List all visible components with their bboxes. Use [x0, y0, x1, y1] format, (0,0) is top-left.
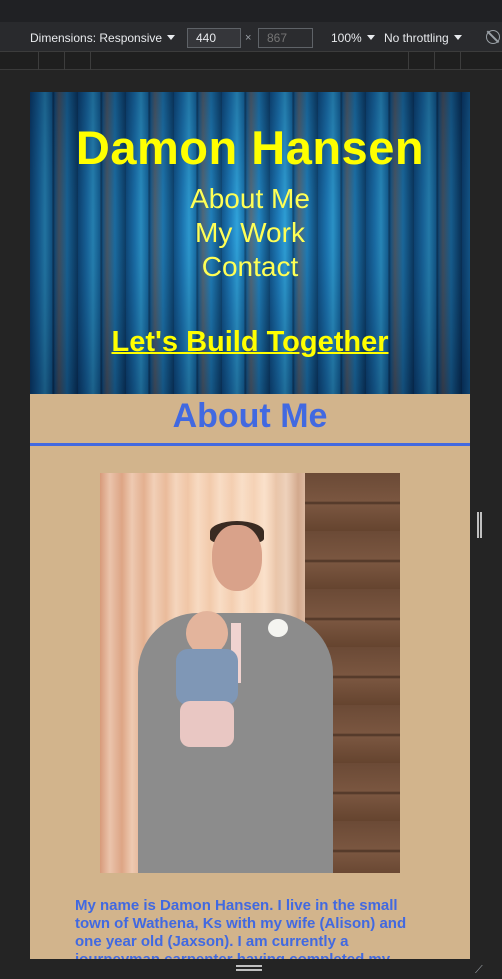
zoom-label: 100% — [331, 31, 362, 45]
device-stage: Damon Hansen About Me My Work Contact Le… — [0, 70, 502, 979]
resize-handle-bottom[interactable] — [236, 965, 264, 971]
throttling-label: No throttling — [384, 31, 449, 45]
resize-corner-icon[interactable]: ⟋ — [475, 963, 483, 977]
resize-handle-right[interactable] — [477, 512, 483, 540]
profile-photo — [100, 473, 400, 873]
nav-about-me[interactable]: About Me — [30, 182, 470, 216]
dimensions-dropdown[interactable]: Dimensions: Responsive — [30, 31, 176, 45]
bio-text: My name is Damon Hansen. I live in the s… — [75, 897, 407, 959]
media-query-bar — [0, 52, 502, 70]
cta-link[interactable]: Let's Build Together — [111, 326, 388, 358]
about-heading: About Me — [30, 394, 470, 446]
hero-banner: Damon Hansen About Me My Work Contact Le… — [30, 92, 470, 394]
nav-my-work[interactable]: My Work — [30, 216, 470, 250]
zoom-dropdown[interactable]: 100% — [331, 31, 375, 45]
chevron-down-icon — [366, 35, 375, 40]
devtools-top-strip — [0, 0, 502, 22]
cta-container: Let's Build Together — [30, 326, 470, 359]
page-viewport[interactable]: Damon Hansen About Me My Work Contact Le… — [30, 92, 470, 959]
nav-contact[interactable]: Contact — [30, 250, 470, 284]
site-title: Damon Hansen — [75, 121, 425, 174]
device-toolbar: Dimensions: Responsive × 100% No throttl… — [0, 24, 502, 52]
throttling-dropdown[interactable]: No throttling — [384, 31, 462, 45]
dimensions-label: Dimensions: Responsive — [30, 31, 163, 45]
times-sign: × — [245, 32, 252, 44]
height-input[interactable] — [258, 28, 313, 48]
main-nav: About Me My Work Contact — [30, 182, 470, 284]
devtools-toolbar: Dimensions: Responsive × 100% No throttl… — [0, 0, 502, 52]
chevron-down-icon — [167, 35, 176, 40]
chevron-down-icon — [453, 35, 462, 40]
rotate-icon[interactable] — [486, 30, 500, 44]
width-input[interactable] — [187, 28, 241, 48]
